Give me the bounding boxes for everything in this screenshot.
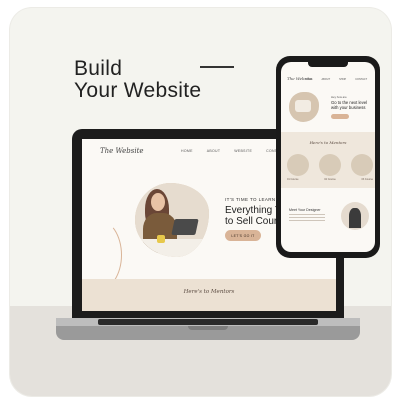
- laptop-cta-button[interactable]: LET'S GO IT: [225, 230, 261, 241]
- phone-speaker: [308, 62, 348, 67]
- phone-nav-shop[interactable]: SHOP: [339, 78, 346, 81]
- thumb-caption: 02 Course: [324, 178, 336, 181]
- laptop-section-band: [82, 279, 336, 311]
- thumb-caption: 01 Course: [287, 178, 299, 181]
- thumbnail[interactable]: [287, 154, 309, 176]
- laptop-section-script: Here's to Mentors: [183, 289, 235, 295]
- phone-small-text: Hey how are: [331, 95, 347, 99]
- phone-section-script: Here's to Mentors: [309, 140, 347, 145]
- laptop-site-logo: The Website: [100, 147, 144, 155]
- phone-title: Go to the next level with your business: [331, 100, 367, 110]
- thumb-caption: 03 Course: [361, 178, 373, 181]
- hero-line-1: Build: [74, 57, 123, 80]
- laptop-site-nav: HOME ABOUT WEBSITE CONTACT: [181, 149, 285, 153]
- phone-designer-photo: [341, 202, 369, 230]
- laptop-eyebrow: IT'S TIME TO LEARN: [225, 197, 276, 202]
- phone-hero-laptop: [295, 100, 311, 112]
- laptop-nav-home[interactable]: HOME: [181, 149, 193, 153]
- phone-screen: The Website HOME ABOUT SHOP CONTACT Hey …: [281, 62, 375, 252]
- hero-photo: [135, 183, 209, 257]
- hero-line-2: Your Website: [74, 79, 202, 102]
- mockup-card: Build Your Website The Website HOME ABOU…: [10, 8, 391, 396]
- phone-title-line-2: with your business: [331, 105, 366, 110]
- heading-dash: [200, 66, 234, 68]
- phone-nav-contact[interactable]: CONTACT: [355, 78, 367, 81]
- laptop-keyboard: [98, 319, 318, 325]
- thumbnail[interactable]: [351, 154, 373, 176]
- phone-site-nav: HOME ABOUT SHOP CONTACT: [305, 78, 367, 81]
- phone-nav-about[interactable]: ABOUT: [322, 78, 331, 81]
- phone-cta-button[interactable]: [331, 114, 349, 119]
- phone-nav-home[interactable]: HOME: [305, 78, 313, 81]
- laptop-notch: [188, 326, 228, 330]
- hero-heading: Build Your Website: [74, 58, 201, 102]
- thumbnail[interactable]: [319, 154, 341, 176]
- laptop-nav-about[interactable]: ABOUT: [207, 149, 221, 153]
- phone-thumb-captions: 01 Course 02 Course 03 Course: [287, 178, 373, 181]
- laptop-nav-website[interactable]: WEBSITE: [234, 149, 252, 153]
- phone-thumbnails: [287, 154, 373, 176]
- phone-meet-heading: Meet Your Designer: [289, 208, 321, 212]
- phone-meet-text: [289, 214, 325, 224]
